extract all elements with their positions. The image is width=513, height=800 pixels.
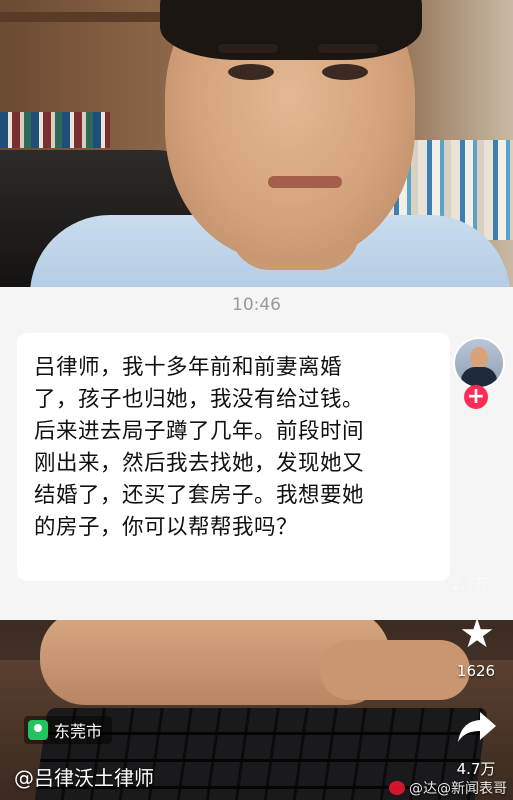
- message-line: 吕律师，我十多年前和前妻离婚: [34, 355, 343, 380]
- share-button[interactable]: [454, 708, 500, 748]
- bookshelf-books: [0, 112, 110, 148]
- message-line: 刚出来，然后我去找她，发现她又: [34, 451, 365, 476]
- author-avatar[interactable]: [453, 337, 505, 389]
- share-arrow-icon: [458, 712, 496, 742]
- favorite-button[interactable]: ★: [454, 612, 500, 656]
- message-line: 了，孩子也归她，我没有给过钱。: [34, 387, 365, 412]
- location-pin-icon: [28, 720, 48, 740]
- person-brow-left: [218, 44, 278, 53]
- person-hair: [160, 0, 422, 60]
- message-line: 后来进去局子蹲了几年。前段时间: [34, 419, 365, 444]
- like-count-faded: 2.7万: [452, 577, 489, 593]
- avatar-head: [470, 347, 488, 369]
- watermark: @达@新闻表哥: [389, 778, 507, 798]
- location-label: 东莞市: [54, 722, 103, 741]
- follow-button[interactable]: +: [464, 385, 488, 409]
- person-mouth: [268, 176, 342, 188]
- message-text: 吕律师，我十多年前和前妻离婚 了，孩子也归她，我没有给过钱。 后来进去局子蹲了几…: [34, 352, 448, 544]
- watermark-text: @达@新闻表哥: [409, 781, 507, 797]
- weibo-logo-icon: [389, 781, 405, 795]
- person-brow-right: [318, 44, 378, 53]
- person-eye-right: [322, 64, 368, 80]
- favorite-count: 1626: [456, 662, 496, 680]
- video-frame-top[interactable]: [0, 0, 513, 288]
- person-eye-left: [228, 64, 274, 80]
- message-bubble: 吕律师，我十多年前和前妻离婚 了，孩子也归她，我没有给过钱。 后来进去局子蹲了几…: [17, 333, 450, 581]
- message-line: 结婚了，还买了套房子。我想要她: [34, 483, 365, 508]
- share-count: 4.7万: [456, 760, 496, 778]
- star-icon: ★: [459, 611, 495, 657]
- bookshelf: [0, 12, 185, 22]
- author-handle[interactable]: @吕律沃土律师: [14, 762, 154, 791]
- chat-panel: 10:46 吕律师，我十多年前和前妻离婚 了，孩子也归她，我没有给过钱。 后来进…: [0, 287, 513, 620]
- location-tag[interactable]: 东莞市: [24, 716, 113, 744]
- message-line: 的房子，你可以帮帮我吗？: [34, 515, 299, 540]
- message-time: 10:46: [232, 295, 281, 315]
